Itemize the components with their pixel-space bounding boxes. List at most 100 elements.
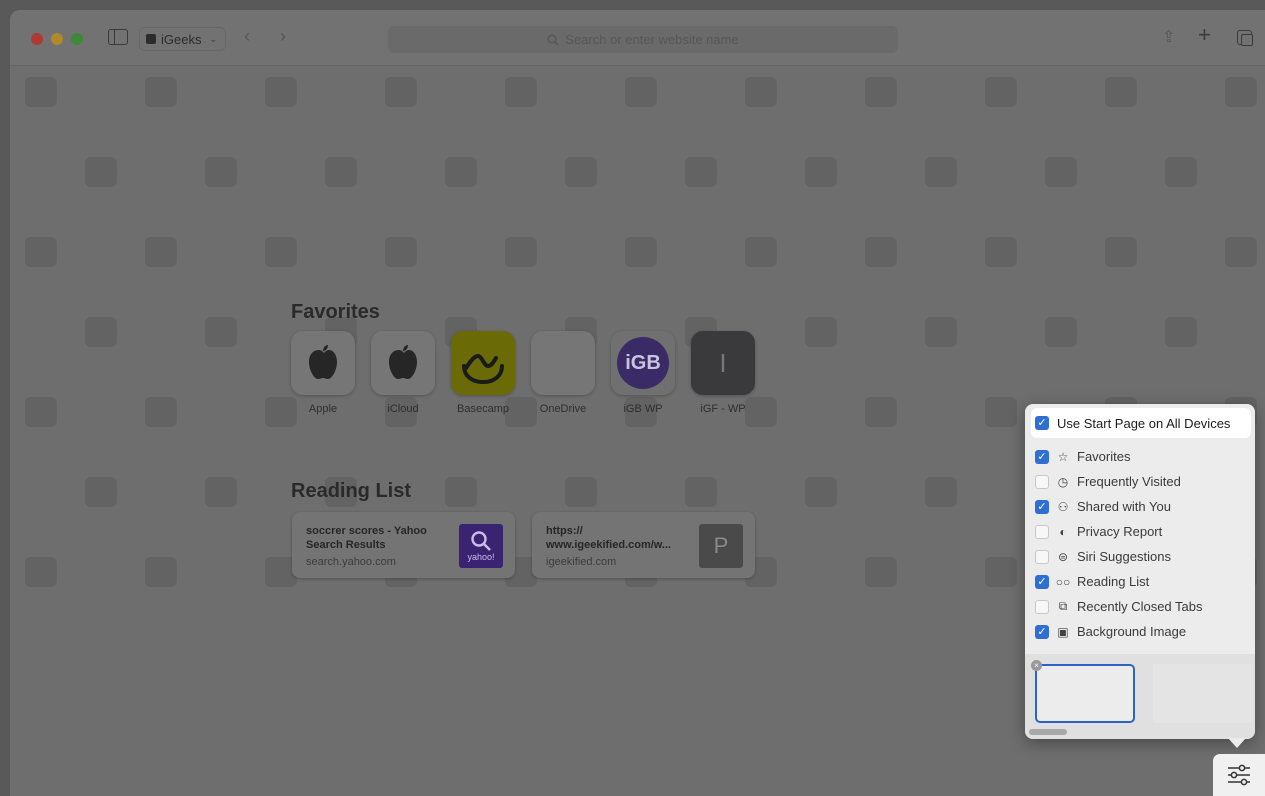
back-icon[interactable]: ‹: [244, 26, 250, 46]
favorite-igf-wp[interactable]: I iGF - WP: [691, 331, 755, 415]
background-tile: [865, 557, 897, 587]
checkbox[interactable]: ✓: [1035, 499, 1049, 514]
option-label: Frequently Visited: [1077, 474, 1181, 489]
background-tile: [925, 157, 957, 187]
background-tile: [205, 157, 237, 187]
background-tile: [985, 77, 1017, 107]
background-tile: [745, 237, 777, 267]
favorite-icloud[interactable]: iCloud: [371, 331, 435, 415]
option-frequently-visited[interactable]: ◷ Frequently Visited: [1025, 469, 1255, 494]
option-privacy-report[interactable]: ◐ Privacy Report: [1025, 519, 1255, 544]
background-tile: [745, 77, 777, 107]
background-tile: [565, 477, 597, 507]
favorite-label: Basecamp: [457, 403, 509, 415]
option-label: Recently Closed Tabs: [1077, 599, 1203, 614]
popover-arrow: [1228, 738, 1246, 748]
background-tile: [1105, 77, 1137, 107]
letter-thumb-icon: P: [699, 524, 743, 568]
option-label: Background Image: [1077, 624, 1187, 639]
favorite-onedrive[interactable]: OneDrive: [531, 331, 595, 415]
close-window-button[interactable]: [31, 33, 43, 45]
use-start-page-label: Use Start Page on All Devices: [1057, 415, 1231, 431]
checkbox[interactable]: ✓: [1035, 416, 1049, 430]
background-tile: [1105, 237, 1137, 267]
use-start-page-all-devices-option[interactable]: ✓ Use Start Page on All Devices: [1031, 408, 1251, 438]
reading-list-item[interactable]: https:// www.igeekified.com/w... igeekif…: [532, 512, 755, 578]
background-tile: [145, 77, 177, 107]
background-tile: [445, 157, 477, 187]
background-tile: [505, 237, 537, 267]
option-favorites[interactable]: ✓ ☆ Favorites: [1025, 444, 1255, 469]
igb-tile: iGB: [611, 331, 675, 395]
background-tile: [625, 237, 657, 267]
checkbox[interactable]: ✓: [1035, 624, 1049, 639]
background-tile: [1045, 157, 1077, 187]
option-shared-with-you[interactable]: ✓ ⚇ Shared with You: [1025, 494, 1255, 519]
option-siri-suggestions[interactable]: ⊜ Siri Suggestions: [1025, 544, 1255, 569]
background-tile: [325, 157, 357, 187]
background-tile: [925, 317, 957, 347]
reading-list-item-title: soccrer scores - Yahoo Search Results: [306, 525, 427, 551]
new-tab-icon[interactable]: +: [1198, 24, 1211, 46]
background-thumbnail-selected[interactable]: [1035, 664, 1135, 723]
background-tile: [25, 77, 57, 107]
yahoo-search-icon: yahoo!: [459, 524, 503, 568]
option-label: Privacy Report: [1077, 524, 1163, 539]
favorite-basecamp[interactable]: Basecamp: [451, 331, 515, 415]
reading-list-item[interactable]: soccrer scores - Yahoo Search Results se…: [292, 512, 515, 578]
apple-logo-icon: [291, 331, 355, 395]
background-tile: [565, 157, 597, 187]
tab-overview-icon[interactable]: [1237, 30, 1253, 46]
background-tile: [685, 477, 717, 507]
background-tile: [85, 317, 117, 347]
tab-group-label: iGeeks: [161, 31, 202, 47]
remove-background-icon[interactable]: ×: [1031, 660, 1042, 671]
customize-start-page-button[interactable]: [1213, 754, 1265, 796]
background-tile: [625, 77, 657, 107]
background-tile: [1225, 237, 1257, 267]
favorite-label: Apple: [308, 403, 338, 415]
letter-tile-icon: I: [691, 331, 755, 395]
checkbox[interactable]: ✓: [1035, 449, 1049, 464]
background-tile: [1225, 77, 1257, 107]
option-background-image[interactable]: ✓ ▣ Background Image: [1025, 619, 1255, 644]
option-reading-list[interactable]: ✓ ○○ Reading List: [1025, 569, 1255, 594]
minimize-window-button[interactable]: [51, 33, 63, 45]
option-label: Reading List: [1077, 574, 1150, 589]
background-tile: [145, 557, 177, 587]
apple-logo-icon: [371, 331, 435, 395]
customize-start-page-popover: ✓ Use Start Page on All Devices ✓ ☆ Favo…: [1025, 404, 1255, 739]
favorite-label: iGB WP: [623, 403, 663, 415]
address-bar[interactable]: Search or enter website name: [388, 26, 898, 53]
forward-icon[interactable]: ›: [280, 26, 286, 46]
checkbox[interactable]: [1035, 474, 1049, 489]
scrollbar[interactable]: [1029, 729, 1067, 735]
background-tile: [445, 477, 477, 507]
tab-group-selector[interactable]: iGeeks ⌄: [139, 27, 227, 51]
background-thumbnail[interactable]: [1153, 664, 1253, 723]
checkbox[interactable]: [1035, 599, 1049, 614]
sliders-icon: [1228, 764, 1250, 786]
background-tile: [85, 477, 117, 507]
favorite-label: OneDrive: [539, 403, 587, 415]
tab-group-icon: [146, 34, 156, 44]
favorite-igb-wp[interactable]: iGB iGB WP: [611, 331, 675, 415]
option-label: Favorites: [1077, 449, 1131, 464]
search-icon: [547, 34, 559, 45]
checkbox[interactable]: [1035, 549, 1049, 564]
favorite-apple[interactable]: Apple: [291, 331, 355, 415]
checkbox[interactable]: [1035, 524, 1049, 539]
background-tile: [1165, 317, 1197, 347]
background-tile: [865, 237, 897, 267]
zoom-window-button[interactable]: [71, 33, 83, 45]
star-icon: ☆: [1057, 449, 1069, 464]
basecamp-logo-icon: [451, 331, 515, 395]
share-icon[interactable]: ⇪: [1162, 28, 1175, 48]
background-tile: [985, 397, 1017, 427]
checkbox[interactable]: ✓: [1035, 574, 1049, 589]
blank-icon: [531, 331, 595, 395]
option-recently-closed-tabs[interactable]: ⧉ Recently Closed Tabs: [1025, 594, 1255, 619]
sidebar-toggle-icon[interactable]: [108, 29, 128, 45]
background-tile: [205, 317, 237, 347]
background-tile: [865, 397, 897, 427]
